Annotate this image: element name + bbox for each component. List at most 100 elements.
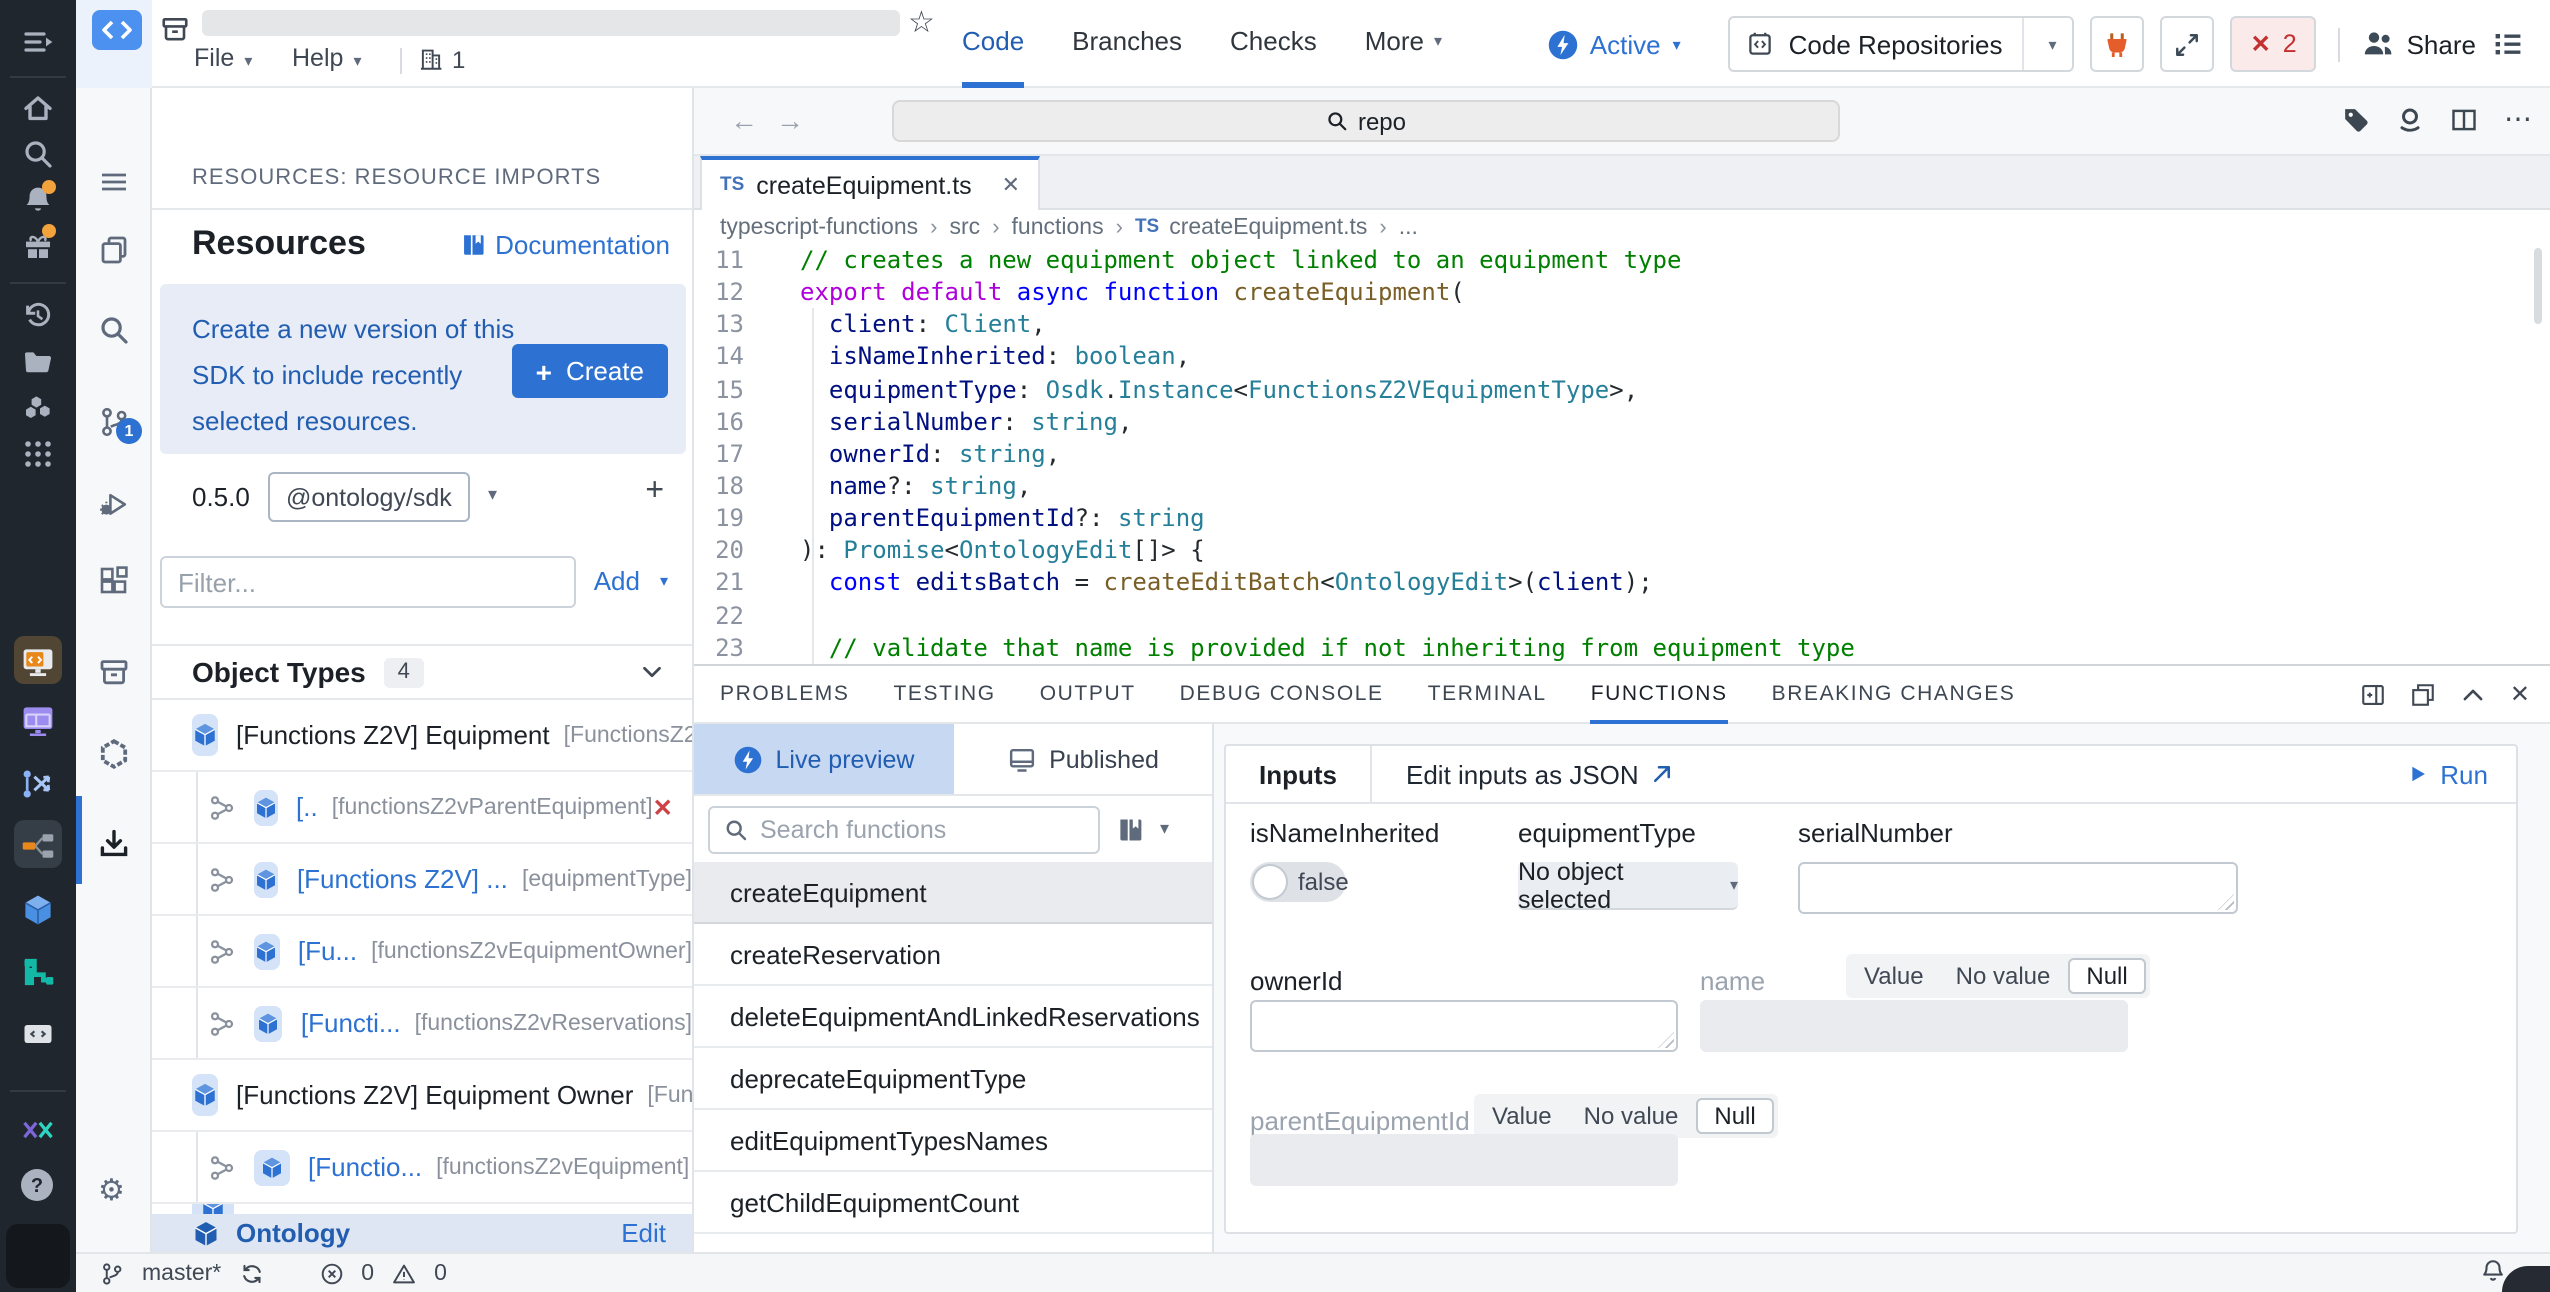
code-editor[interactable]: 11// creates a new equipment object link…	[694, 244, 2550, 664]
chevron-down-icon[interactable]	[640, 660, 664, 684]
editor-scrollbar[interactable]	[2534, 248, 2542, 324]
functions-app-icon[interactable]	[20, 1016, 56, 1052]
chevron-down-icon[interactable]: ▾	[1160, 818, 1169, 840]
code-repositories-app-icon[interactable]	[20, 644, 56, 680]
panel-tab-testing[interactable]: TESTING	[894, 666, 996, 724]
function-list-item[interactable]: createEquipment	[694, 862, 1212, 924]
ontology-manager-app-icon[interactable]	[20, 892, 56, 928]
breadcrumb-item[interactable]: TScreateEquipment.ts	[1135, 215, 1367, 239]
chevron-down-icon[interactable]: ▾	[660, 572, 668, 590]
breadcrumb-item[interactable]: src	[950, 215, 981, 239]
tag-icon[interactable]	[2342, 105, 2370, 133]
data-lineage-app-icon[interactable]	[20, 766, 56, 802]
add-resource-button[interactable]: Add	[594, 566, 640, 596]
share-button[interactable]: Share	[2363, 28, 2476, 60]
resource-imports-panel-icon[interactable]	[98, 828, 130, 860]
panel-tab-functions[interactable]: FUNCTIONS	[1591, 666, 1728, 724]
collapse-panel-icon[interactable]	[98, 166, 130, 198]
breadcrumb-item[interactable]: functions	[1012, 215, 1104, 239]
ontology-panel-icon[interactable]	[98, 738, 130, 770]
object-type-name[interactable]: [Functions Z2V] Equipment	[236, 720, 550, 750]
close-panel-icon[interactable]: ✕	[2510, 680, 2530, 708]
forward-button[interactable]: →	[776, 104, 804, 136]
live-preview-toggle[interactable]: Live preview	[694, 724, 954, 794]
more-options-icon[interactable]: ⋯	[2504, 102, 2534, 136]
isNameInherited-toggle[interactable]: false	[1250, 862, 1346, 902]
top-nav-tab-checks[interactable]: Checks	[1230, 0, 1317, 88]
checks-status-button[interactable]: Active ▾	[1548, 29, 1681, 59]
segment-option-no-value[interactable]: No value	[1942, 958, 2065, 994]
files-panel-icon[interactable]	[98, 234, 130, 266]
function-list-item[interactable]: deprecateEquipmentType	[694, 1048, 1212, 1110]
object-type-row[interactable]: [Functions Z2V] Equipment[FunctionsZ2V	[152, 700, 692, 772]
favorite-star-icon[interactable]: ☆	[908, 4, 935, 40]
help-icon[interactable]: ?	[20, 1168, 54, 1202]
ontology-edit-link[interactable]: Edit	[621, 1218, 666, 1248]
task-list-icon[interactable]	[2492, 28, 2524, 60]
recents-icon[interactable]	[22, 300, 54, 332]
packages-panel-icon[interactable]	[98, 656, 130, 688]
function-list-item[interactable]: createReservation	[694, 924, 1212, 986]
segment-option-no-value[interactable]: No value	[1570, 1098, 1693, 1134]
segment-option-value[interactable]: Value	[1850, 958, 1938, 994]
fullscreen-button[interactable]	[2161, 16, 2215, 72]
panel-tab-output[interactable]: OUTPUT	[1040, 666, 1136, 724]
brand-logo-icon[interactable]	[20, 1112, 56, 1148]
segment-option-null[interactable]: Null	[2068, 958, 2145, 994]
panel-tab-terminal[interactable]: TERMINAL	[1428, 666, 1547, 724]
pipeline-builder-app-icon[interactable]	[20, 828, 56, 864]
published-toggle[interactable]: Published	[954, 724, 1212, 794]
close-tab-icon[interactable]: ✕	[1002, 172, 1020, 198]
resize-handle[interactable]	[1658, 1032, 1674, 1048]
branch-name[interactable]: master*	[142, 1261, 221, 1285]
app-switcher-button[interactable]: Code Repositories ▾	[1729, 16, 2075, 72]
panel-tab-problems[interactable]: PROBLEMS	[720, 666, 850, 724]
errors-button[interactable]: ✕ 2	[2231, 16, 2317, 72]
top-nav-tab-more[interactable]: More▾	[1365, 0, 1442, 88]
sdk-package-chip[interactable]: @ontology/sdk	[268, 472, 470, 522]
extensions-panel-icon[interactable]	[98, 564, 130, 596]
object-type-name[interactable]: [Functions Z2V] Equipment Owner	[236, 1080, 633, 1110]
panel-tab-breaking-changes[interactable]: BREAKING CHANGES	[1772, 666, 2016, 724]
chevron-down-icon[interactable]: ▾	[488, 484, 497, 506]
warnings-icon[interactable]	[392, 1261, 416, 1285]
breadcrumb-item[interactable]: ...	[1399, 215, 1418, 239]
object-type-row[interactable]: [..[functionsZ2vParentEquipment]✕	[152, 772, 692, 844]
add-sdk-icon[interactable]: +	[645, 474, 664, 510]
create-sdk-button[interactable]: + Create	[512, 344, 668, 398]
edit-inputs-json-link[interactable]: Edit inputs as JSON	[1406, 759, 1675, 789]
platform-search-icon[interactable]	[22, 138, 54, 170]
home-icon[interactable]	[22, 92, 54, 124]
expand-menu-icon[interactable]	[22, 26, 54, 58]
debug-panel-icon[interactable]	[98, 488, 130, 520]
function-list-item[interactable]: getChildEquipmentCount	[694, 1172, 1212, 1234]
segment-option-value[interactable]: Value	[1478, 1098, 1566, 1134]
run-button[interactable]: Run	[2408, 759, 2488, 789]
function-list-item[interactable]: deleteEquipmentAndLinkedReservations	[694, 986, 1212, 1048]
search-panel-icon[interactable]	[98, 314, 130, 346]
code-repositories-logo[interactable]	[92, 10, 142, 50]
branch-icon[interactable]	[100, 1261, 124, 1285]
repo-search-input[interactable]: repo	[892, 100, 1840, 142]
ownerId-textarea[interactable]	[1250, 1000, 1678, 1052]
sync-icon[interactable]	[239, 1261, 263, 1285]
filter-input[interactable]: Filter...	[160, 556, 576, 608]
avatar[interactable]	[6, 1224, 70, 1288]
object-type-row[interactable]: [Fu...[functionsZ2vEquipmentOwner]	[152, 916, 692, 988]
equipmentType-select[interactable]: No object selected ▾	[1518, 862, 1738, 910]
all-apps-icon[interactable]	[22, 438, 54, 470]
object-type-row[interactable]: [Functions Z2V] ...[equipmentType]	[152, 844, 692, 916]
object-type-row[interactable]: [Functi...[functionsZ2vReservations]	[152, 988, 692, 1060]
top-nav-tab-branches[interactable]: Branches	[1072, 0, 1182, 88]
object-type-name[interactable]: [Fu...	[298, 936, 357, 966]
object-type-name[interactable]: [..	[296, 792, 318, 822]
object-types-section[interactable]: Object Types 4	[152, 644, 692, 700]
data-connection-app-icon[interactable]	[20, 954, 56, 990]
file-menu[interactable]: File▾	[194, 44, 252, 72]
function-list-item[interactable]: editEquipmentTypesNames	[694, 1110, 1212, 1172]
preview-icon[interactable]	[2396, 105, 2424, 133]
restore-panel-icon[interactable]	[2410, 681, 2436, 707]
breadcrumb-item[interactable]: typescript-functions	[720, 215, 918, 239]
docs-icon[interactable]	[1116, 815, 1144, 843]
notifications-bell-icon[interactable]	[2480, 1258, 2506, 1284]
